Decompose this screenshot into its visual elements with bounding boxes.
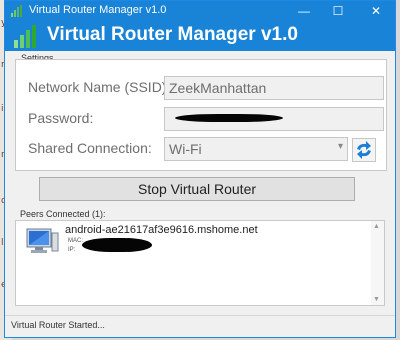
peer-mac-label: MAC: (68, 238, 83, 244)
shared-connection-label: Shared Connection: (28, 140, 152, 156)
title-bar[interactable]: Virtual Router Manager v1.0 — ☐ ✕ (5, 1, 395, 21)
shared-connection-select[interactable]: Wi-Fi ▾ (164, 137, 348, 161)
signal-bars-icon (11, 5, 22, 17)
computer-monitor-icon (26, 228, 59, 253)
window-title: Virtual Router Manager v1.0 (29, 4, 167, 16)
redaction-mark (175, 114, 283, 122)
network-name-field[interactable]: ZeekManhattan (164, 76, 384, 100)
refresh-arrows-icon (357, 141, 371, 159)
peer-ip-label: IP: (68, 247, 76, 253)
status-bar: Virtual Router Started... (5, 315, 395, 337)
vertical-scrollbar[interactable]: ▲ ▼ (371, 221, 384, 305)
peers-list[interactable]: android-ae21617af3e9616.mshome.net MAC: … (15, 220, 385, 306)
chevron-down-icon: ▾ (337, 141, 343, 152)
shared-connection-value: Wi-Fi (169, 141, 202, 157)
network-name-label: Network Name (SSID): (28, 79, 171, 95)
app-banner: Virtual Router Manager v1.0 (5, 21, 395, 51)
password-label: Password: (28, 110, 94, 126)
signal-bars-icon (14, 25, 36, 48)
peer-hostname: android-ae21617af3e9616.mshome.net (65, 224, 258, 236)
app-window: Virtual Router Manager v1.0 — ☐ ✕ Virtua… (4, 0, 396, 338)
peers-connected-label: Peers Connected (1): (20, 209, 106, 219)
stop-virtual-router-button[interactable]: Stop Virtual Router (39, 177, 355, 201)
close-button[interactable]: ✕ (361, 1, 391, 21)
scroll-up-icon[interactable]: ▲ (373, 223, 380, 230)
maximize-button[interactable]: ☐ (323, 1, 353, 21)
minimize-button[interactable]: — (289, 1, 319, 21)
settings-group: Network Name (SSID): ZeekManhattan Passw… (15, 59, 387, 171)
password-field[interactable] (164, 107, 384, 131)
banner-title: Virtual Router Manager v1.0 (47, 24, 298, 45)
scroll-down-icon[interactable]: ▼ (373, 296, 380, 303)
status-text: Virtual Router Started... (11, 320, 105, 330)
refresh-button[interactable] (352, 138, 376, 162)
redaction-mark (82, 238, 152, 252)
